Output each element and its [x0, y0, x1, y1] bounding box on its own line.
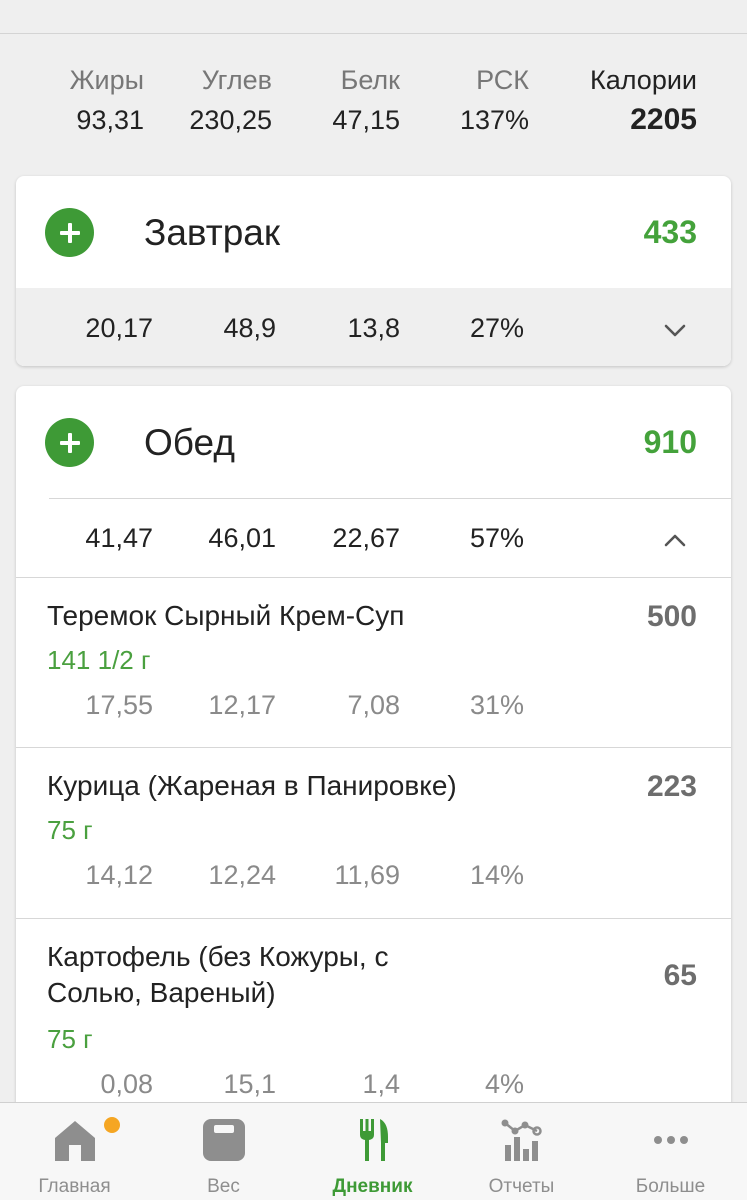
food-portion: 75 г	[47, 815, 93, 845]
food-protein: 11,69	[334, 860, 400, 890]
food-rsk: 31%	[469, 690, 524, 720]
summary-fat: Жиры 93,31	[70, 60, 144, 140]
food-rsk: 4%	[484, 1069, 524, 1099]
meal-card-lunch: Обед 910 41,47 46,01 22,67 57% Теремок С…	[16, 386, 731, 1126]
fork-knife-icon	[359, 1119, 388, 1161]
top-divider	[0, 33, 747, 34]
macro-protein: 22,67	[332, 523, 400, 553]
food-name: Теремок Сырный Крем-Суп	[47, 600, 405, 631]
meal-title: Обед	[144, 422, 235, 463]
add-breakfast-button[interactable]	[45, 208, 94, 257]
meal-card-breakfast: Завтрак 433 20,17 48,9 13,8 27%	[16, 176, 731, 366]
tab-reports[interactable]: Отчеты	[447, 1103, 596, 1200]
food-protein: 7,08	[347, 690, 400, 720]
more-dots-icon	[653, 1136, 688, 1144]
macro-rsk: 57%	[469, 523, 524, 553]
scale-icon	[202, 1119, 245, 1161]
add-lunch-button[interactable]	[45, 418, 94, 467]
food-name: Курица (Жареная в Панировке)	[47, 770, 457, 801]
food-item[interactable]: Картофель (без Кожуры, с Солью, Вареный)…	[16, 918, 731, 1118]
summary-rsk: РСК 137%	[460, 60, 529, 140]
macro-fat: 20,17	[85, 313, 153, 343]
summary-protein-value: 47,15	[332, 105, 400, 135]
summary-carbs-value: 230,25	[189, 105, 272, 135]
summary-calories: Калории 2205	[590, 60, 697, 140]
food-fat: 14,12	[85, 860, 153, 890]
food-rsk: 14%	[469, 860, 524, 890]
macro-protein: 13,8	[347, 313, 400, 343]
tab-diary[interactable]: Дневник	[298, 1103, 447, 1200]
summary-carbs: Углев 230,25	[189, 60, 272, 140]
summary-carbs-label: Углев	[201, 65, 272, 95]
summary-protein: Белк 47,15	[332, 60, 400, 140]
tab-weight-label: Вес	[207, 1176, 240, 1197]
macro-carbs: 48,9	[223, 313, 276, 343]
summary-fat-value: 93,31	[76, 105, 144, 135]
food-item[interactable]: Теремок Сырный Крем-Суп 500 141 1/2 г 17…	[16, 577, 731, 747]
tab-more[interactable]: Больше	[596, 1103, 745, 1200]
food-carbs: 15,1	[223, 1069, 276, 1099]
food-name: Картофель (без Кожуры, с Солью, Вареный)	[47, 939, 388, 1011]
tab-home[interactable]: Главная	[0, 1103, 149, 1200]
home-icon	[54, 1121, 95, 1161]
food-fat: 0,08	[100, 1069, 153, 1099]
food-item[interactable]: Курица (Жареная в Панировке) 223 75 г 14…	[16, 747, 731, 918]
plus-icon	[59, 432, 80, 453]
macro-fat: 41,47	[85, 523, 153, 553]
meal-header-breakfast[interactable]: Завтрак 433	[16, 176, 731, 288]
summary-rsk-value: 137%	[459, 105, 529, 135]
breakfast-macros-row[interactable]: 20,17 48,9 13,8 27%	[16, 288, 731, 366]
chevron-down-icon[interactable]	[663, 318, 687, 342]
summary-calories-value: 2205	[630, 103, 697, 136]
food-name-line2: Солью, Вареный)	[47, 977, 276, 1008]
bottom-tab-bar: Главная Вес Дневник Отчеты Больше	[0, 1102, 747, 1200]
summary-calories-label: Калории	[590, 65, 697, 95]
food-protein: 1,4	[362, 1069, 400, 1099]
macro-rsk: 27%	[469, 313, 524, 343]
meal-title: Завтрак	[144, 212, 281, 253]
reports-chart-icon	[501, 1119, 542, 1161]
summary-protein-label: Белк	[340, 65, 400, 95]
chevron-up-icon[interactable]	[663, 528, 687, 552]
food-calories: 65	[663, 959, 697, 992]
plus-icon	[59, 222, 80, 243]
food-name-line1: Картофель (без Кожуры, с	[47, 941, 389, 972]
food-portion: 75 г	[47, 1024, 93, 1054]
tab-weight[interactable]: Вес	[149, 1103, 298, 1200]
meal-calories: 433	[643, 214, 697, 250]
notification-badge	[104, 1117, 120, 1133]
tab-diary-label: Дневник	[332, 1176, 413, 1197]
lunch-macros-row[interactable]: 41,47 46,01 22,67 57%	[16, 498, 731, 577]
tab-home-label: Главная	[38, 1176, 111, 1197]
daily-summary: Жиры 93,31 Углев 230,25 Белк 47,15 РСК 1…	[0, 60, 747, 150]
food-portion: 141 1/2 г	[47, 645, 151, 675]
meal-header-lunch[interactable]: Обед 910	[16, 386, 731, 498]
food-calories: 500	[646, 600, 697, 633]
food-fat: 17,55	[85, 690, 153, 720]
tab-reports-label: Отчеты	[488, 1176, 555, 1197]
tab-more-label: Больше	[635, 1176, 706, 1197]
summary-rsk-label: РСК	[476, 65, 529, 95]
macro-carbs: 46,01	[208, 523, 276, 553]
meal-calories: 910	[643, 424, 697, 460]
food-calories: 223	[646, 770, 697, 803]
food-carbs: 12,17	[208, 690, 276, 720]
food-carbs: 12,24	[208, 860, 276, 890]
summary-fat-label: Жиры	[69, 65, 144, 95]
